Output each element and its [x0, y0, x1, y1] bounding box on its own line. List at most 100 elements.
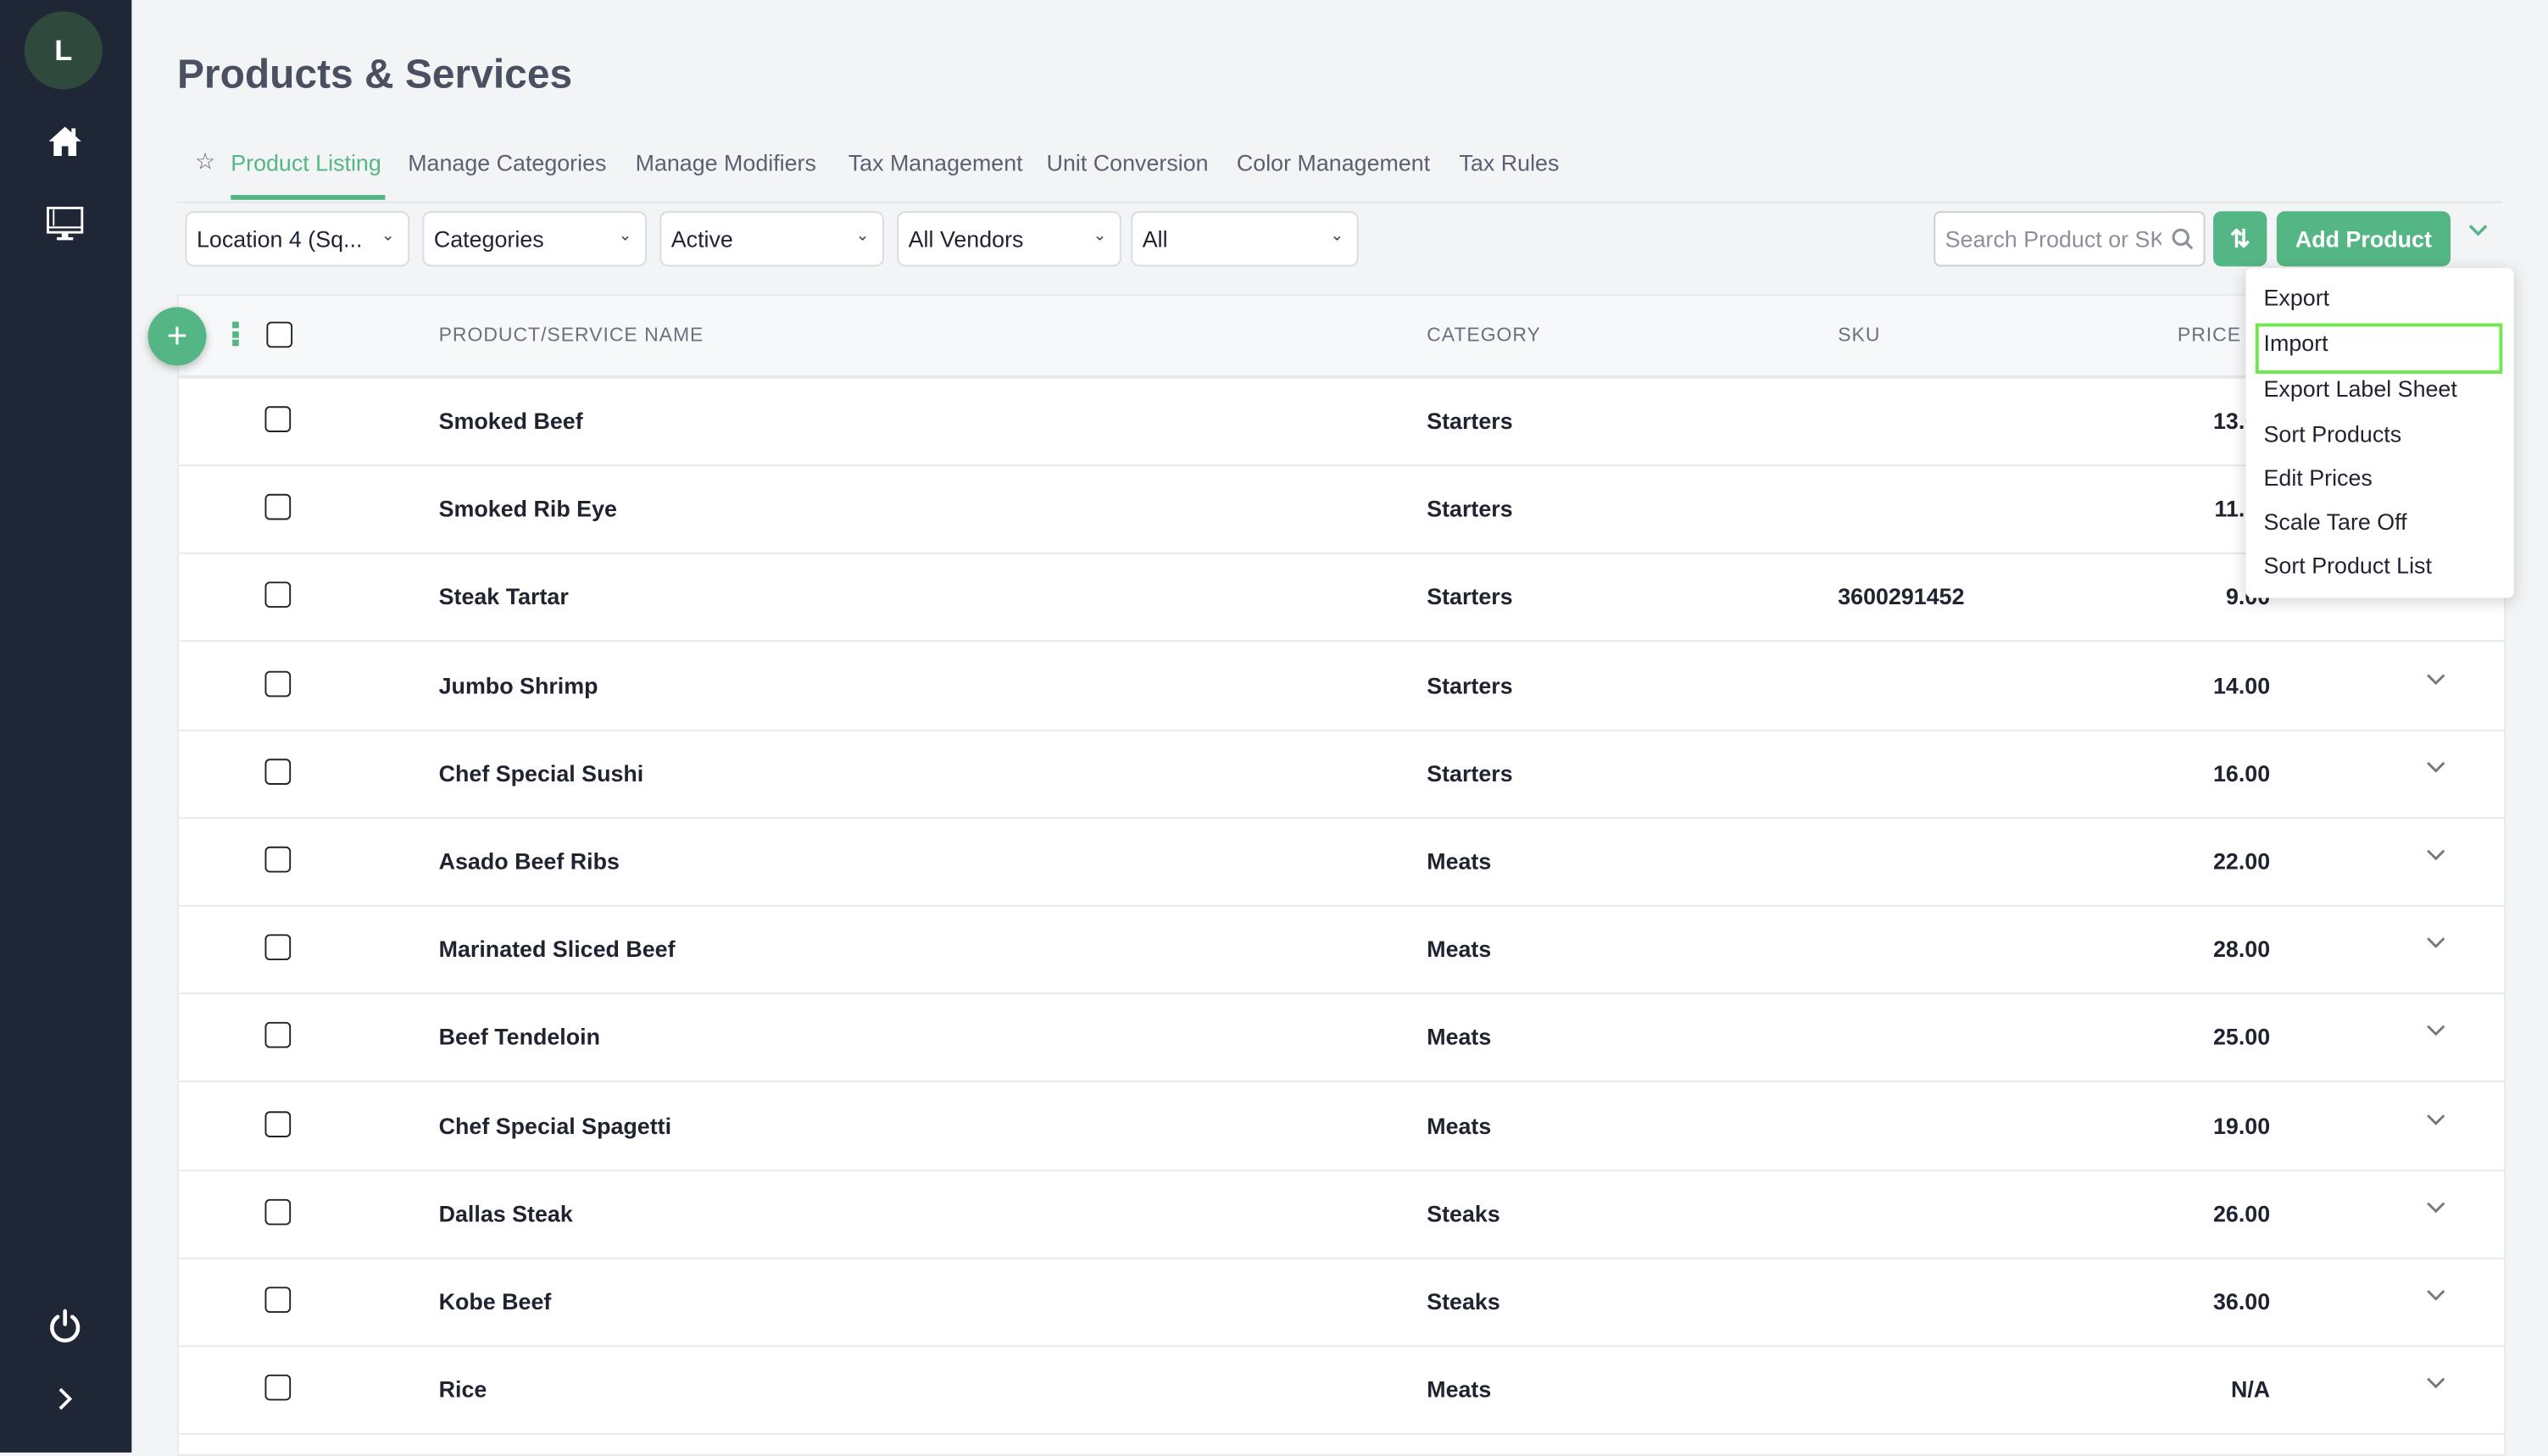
- more-options-menu: Export Import Export Label Sheet Sort Produ…: [2245, 268, 2514, 598]
- power-icon[interactable]: [39, 1300, 91, 1352]
- product-name[interactable]: Rice: [439, 1376, 487, 1403]
- tab-product-listing[interactable]: Product Listing: [231, 149, 381, 175]
- more-options-chevron-icon[interactable]: [2467, 218, 2490, 244]
- product-name[interactable]: Smoked Rib Eye: [439, 496, 617, 522]
- product-name[interactable]: Beef Tendeloin: [439, 1025, 600, 1051]
- table-row[interactable]: Dallas Steak Steaks 26.00: [178, 1170, 2505, 1259]
- tab-manage-categories[interactable]: Manage Categories: [408, 149, 606, 175]
- product-name[interactable]: Dallas Steak: [439, 1200, 573, 1226]
- location-select[interactable]: Location 4 (Sq... ⌄: [185, 211, 410, 267]
- type-select[interactable]: All ⌄: [1131, 211, 1359, 267]
- table-row[interactable]: Beef Tendeloin Meats 25.00: [178, 993, 2505, 1083]
- type-value: All: [1142, 225, 1168, 253]
- table-row[interactable]: Rice Meats N/A: [178, 1346, 2505, 1436]
- table-row[interactable]: Kobe Beef Steaks 36.00: [178, 1258, 2505, 1348]
- expand-row-chevron-icon[interactable]: [2426, 843, 2445, 866]
- row-checkbox[interactable]: [264, 1287, 292, 1314]
- plus-icon: +: [166, 314, 188, 356]
- product-category: Meats: [1427, 1376, 1492, 1403]
- expand-row-chevron-icon[interactable]: [2426, 1284, 2445, 1307]
- product-name[interactable]: Marinated Sliced Beef: [439, 936, 676, 963]
- row-checkbox[interactable]: [264, 406, 292, 432]
- table-row[interactable]: Smoked Rib Eye Starters 11.00: [178, 465, 2505, 555]
- location-value: Location 4 (Sq...: [196, 225, 363, 253]
- add-row-button[interactable]: +: [147, 307, 207, 366]
- header-category[interactable]: CATEGORY: [1427, 324, 1541, 347]
- sort-button[interactable]: ⇅: [2213, 211, 2267, 267]
- row-checkbox[interactable]: [264, 1022, 292, 1049]
- row-checkbox[interactable]: [264, 1110, 292, 1137]
- menu-item-import[interactable]: Import: [2264, 330, 2328, 356]
- expand-row-chevron-icon[interactable]: [2426, 1196, 2445, 1219]
- vendors-value: All Vendors: [908, 225, 1024, 253]
- table-row[interactable]: Marinated Sliced Beef Meats 28.00: [178, 905, 2505, 995]
- product-category: Meats: [1427, 936, 1492, 963]
- menu-item-sort-products[interactable]: Sort Products: [2264, 421, 2402, 447]
- categories-value: Categories: [433, 225, 544, 253]
- star-icon[interactable]: ☆: [195, 147, 215, 175]
- menu-item-sort-product-list[interactable]: Sort Product List: [2264, 553, 2432, 579]
- row-checkbox[interactable]: [264, 1375, 292, 1401]
- menu-item-export-label-sheet[interactable]: Export Label Sheet: [2264, 375, 2457, 402]
- tab-tax-rules[interactable]: Tax Rules: [1460, 149, 1560, 175]
- tab-tax-management[interactable]: Tax Management: [848, 149, 1023, 175]
- avatar[interactable]: L: [24, 11, 103, 90]
- product-name[interactable]: Jumbo Shrimp: [439, 672, 598, 698]
- search-icon[interactable]: [2161, 213, 2204, 265]
- product-name[interactable]: Smoked Beef: [439, 408, 583, 434]
- table-header: PRODUCT/SERVICE NAME CATEGORY SKU PRICE …: [178, 295, 2505, 379]
- status-select[interactable]: Active ⌄: [659, 211, 884, 267]
- header-price[interactable]: PRICE (: [2178, 324, 2255, 347]
- home-icon[interactable]: [39, 115, 91, 167]
- row-checkbox[interactable]: [264, 582, 292, 609]
- row-checkbox[interactable]: [264, 1198, 292, 1225]
- row-checkbox[interactable]: [264, 846, 292, 873]
- row-checkbox[interactable]: [264, 934, 292, 961]
- table-row[interactable]: Chef Special Sushi Starters 16.00: [178, 729, 2505, 819]
- product-category: Starters: [1427, 408, 1513, 434]
- product-category: Steaks: [1427, 1288, 1500, 1314]
- search-input[interactable]: Search Product or SKU: [1933, 211, 2206, 267]
- expand-row-chevron-icon[interactable]: [2426, 931, 2445, 954]
- menu-item-edit-prices[interactable]: Edit Prices: [2264, 464, 2373, 491]
- row-checkbox[interactable]: [264, 670, 292, 697]
- product-name[interactable]: Steak Tartar: [439, 584, 569, 610]
- chevron-right-icon[interactable]: [39, 1373, 91, 1425]
- vendors-select[interactable]: All Vendors ⌄: [897, 211, 1121, 267]
- product-name[interactable]: Chef Special Spagetti: [439, 1112, 671, 1138]
- table-row[interactable]: Jumbo Shrimp Starters 14.00: [178, 641, 2505, 731]
- table-row[interactable]: Asado Beef Ribs Meats 22.00: [178, 817, 2505, 907]
- product-category: Meats: [1427, 847, 1492, 875]
- tab-unit-conversion[interactable]: Unit Conversion: [1047, 149, 1209, 175]
- product-price: 28.00: [2213, 936, 2271, 963]
- product-name[interactable]: Asado Beef Ribs: [439, 848, 620, 875]
- header-name[interactable]: PRODUCT/SERVICE NAME: [439, 324, 704, 347]
- expand-row-chevron-icon[interactable]: [2426, 1108, 2445, 1131]
- menu-item-scale-tare-off[interactable]: Scale Tare Off: [2264, 508, 2407, 535]
- categories-select[interactable]: Categories ⌄: [422, 211, 648, 267]
- row-checkbox[interactable]: [264, 494, 292, 520]
- expand-row-chevron-icon[interactable]: [2426, 1020, 2445, 1042]
- select-all-checkbox[interactable]: [266, 321, 293, 348]
- tab-manage-modifiers[interactable]: Manage Modifiers: [636, 149, 816, 175]
- menu-item-export[interactable]: Export: [2264, 284, 2330, 310]
- tab-color-management[interactable]: Color Management: [1237, 149, 1430, 175]
- status-value: Active: [670, 225, 733, 253]
- header-sku[interactable]: SKU: [1838, 324, 1880, 347]
- chevron-down-icon: ⌄: [1330, 227, 1344, 246]
- add-product-button[interactable]: Add Product: [2276, 211, 2451, 267]
- row-checkbox[interactable]: [264, 758, 292, 785]
- table-row[interactable]: Smoked Beef Starters 13.00: [178, 377, 2505, 467]
- monitor-icon[interactable]: [39, 198, 91, 250]
- table-row[interactable]: Chef Special Spagetti Meats 19.00: [178, 1081, 2505, 1171]
- chevron-down-icon: ⌄: [618, 227, 632, 246]
- product-category: Steaks: [1427, 1200, 1500, 1227]
- column-options-icon[interactable]: [232, 321, 239, 349]
- product-name[interactable]: Kobe Beef: [439, 1288, 552, 1314]
- expand-row-chevron-icon[interactable]: [2426, 755, 2445, 778]
- table-row[interactable]: Steak TartarStarters36002914529.00: [178, 553, 2505, 643]
- chevron-down-icon: ⌄: [1093, 227, 1107, 246]
- product-name[interactable]: Chef Special Sushi: [439, 760, 644, 786]
- expand-row-chevron-icon[interactable]: [2426, 1371, 2445, 1394]
- expand-row-chevron-icon[interactable]: [2426, 667, 2445, 690]
